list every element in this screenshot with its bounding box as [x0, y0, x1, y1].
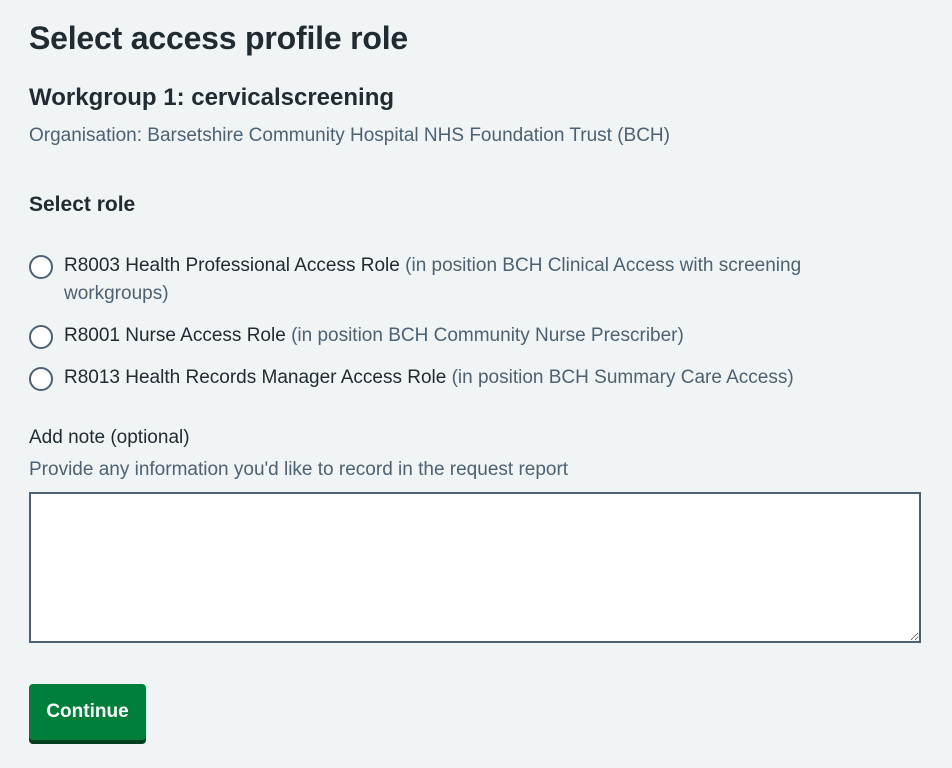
- organisation-text: Organisation: Barsetshire Community Hosp…: [29, 125, 670, 146]
- role-name: R8003 Health Professional Access Role: [64, 255, 400, 276]
- note-textarea[interactable]: [29, 492, 921, 643]
- role-name: R8013 Health Records Manager Access Role: [64, 367, 447, 388]
- role-position: (in position BCH Summary Care Access): [451, 367, 794, 388]
- role-name: R8001 Nurse Access Role: [64, 325, 286, 346]
- continue-button[interactable]: Continue: [29, 684, 146, 740]
- radio-button[interactable]: [29, 367, 53, 391]
- role-option-text: R8013 Health Records Manager Access Role…: [64, 364, 864, 392]
- note-hint: Provide any information you'd like to re…: [29, 459, 569, 480]
- role-position: (in position BCH Community Nurse Prescri…: [291, 325, 684, 346]
- note-label: Add note (optional): [29, 427, 190, 448]
- role-option-text: R8003 Health Professional Access Role (i…: [64, 252, 864, 308]
- page-title: Select access profile role: [29, 20, 409, 56]
- radio-button[interactable]: [29, 255, 53, 279]
- radio-button[interactable]: [29, 325, 53, 349]
- workgroup-title: Workgroup 1: cervicalscreening: [29, 84, 395, 111]
- select-role-label: Select role: [29, 193, 136, 216]
- role-option-text: R8001 Nurse Access Role (in position BCH…: [64, 322, 864, 350]
